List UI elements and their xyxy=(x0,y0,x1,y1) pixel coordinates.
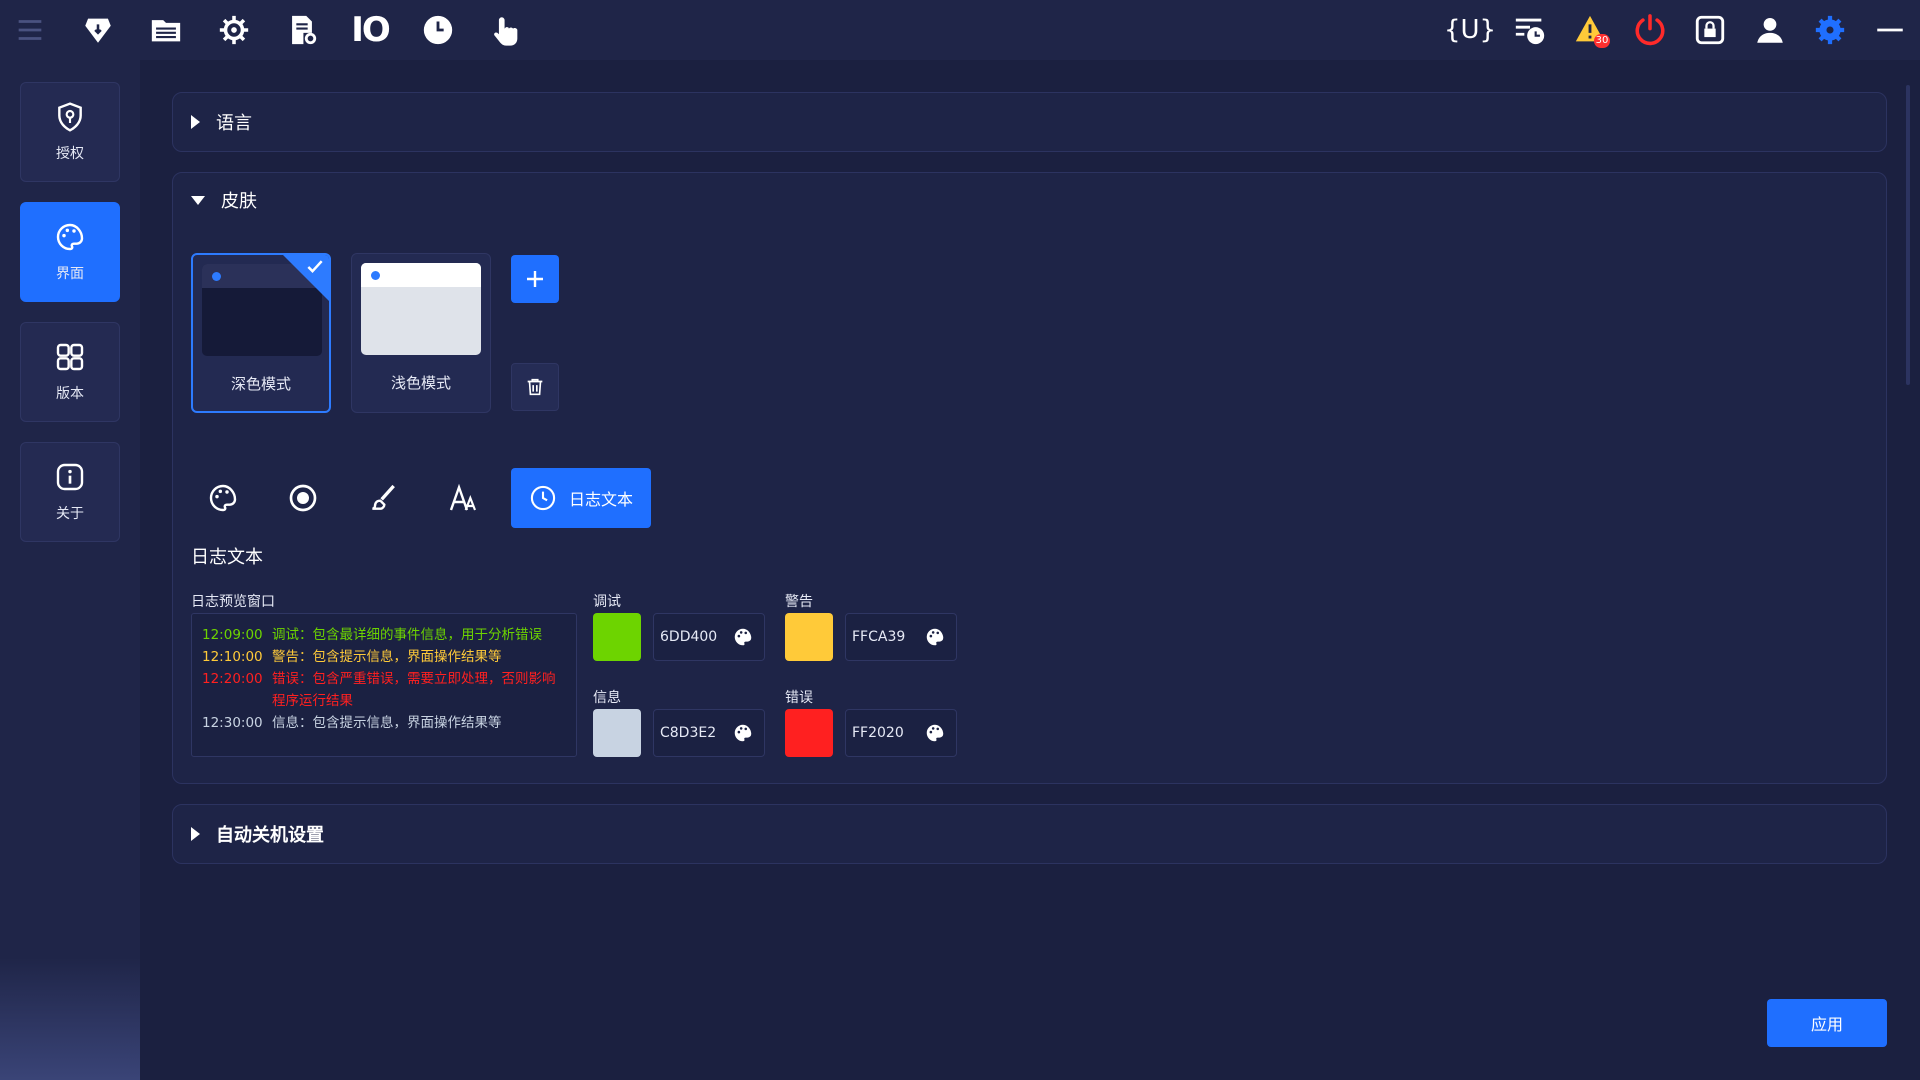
sidebar-item-license[interactable]: 授权 xyxy=(20,82,120,182)
language-section-header[interactable]: 语言 xyxy=(191,93,252,151)
clock-icon[interactable] xyxy=(418,10,458,50)
palette-tool-icon xyxy=(209,484,237,512)
skin-card-dark[interactable]: 深色模式 xyxy=(191,253,331,413)
radio-tool-icon xyxy=(289,484,317,512)
font-tool-icon xyxy=(449,483,476,511)
schedule-list-icon[interactable] xyxy=(1510,10,1550,50)
log-text-tool-button[interactable]: 日志文本 xyxy=(511,468,651,528)
warning-color-swatch[interactable] xyxy=(785,613,833,661)
log-text-tool-label: 日志文本 xyxy=(568,490,633,509)
info-color-field[interactable]: C8D3E2 xyxy=(653,709,765,757)
gear-network-icon[interactable] xyxy=(214,10,254,50)
info-icon xyxy=(56,463,84,491)
settings-icon[interactable] xyxy=(1810,10,1850,50)
vertical-scrollbar[interactable] xyxy=(1906,85,1910,385)
section-title: 语言 xyxy=(216,113,252,134)
folder-list-icon[interactable] xyxy=(146,10,186,50)
check-icon xyxy=(307,260,323,273)
warning-icon[interactable]: 30 xyxy=(1570,10,1610,50)
skin-section-header[interactable]: 皮肤 xyxy=(191,173,257,227)
file-settings-icon[interactable] xyxy=(282,10,322,50)
add-skin-button[interactable] xyxy=(511,255,559,303)
language-section[interactable]: 语言 xyxy=(172,92,1887,152)
variable-icon[interactable]: {U} xyxy=(1444,10,1496,50)
color-picker-icon[interactable] xyxy=(924,722,946,744)
caret-right-icon xyxy=(191,115,200,129)
top-toolbar: IO {U} 30 xyxy=(0,0,1920,60)
lock-screen-icon[interactable] xyxy=(1690,10,1730,50)
info-color-swatch[interactable] xyxy=(593,709,641,757)
sidebar-item-label: 界面 xyxy=(56,266,84,282)
auto-shutdown-section[interactable]: 自动关机设置 xyxy=(172,804,1887,864)
sidebar-item-label: 关于 xyxy=(56,506,84,522)
color-picker-icon[interactable] xyxy=(732,626,754,648)
log-line-info: 12:30:00 信息：包含提示信息，界面操作结果等 xyxy=(202,715,502,731)
log-line-debug: 12:09:00 调试：包含最详细的事件信息，用于分析错误 xyxy=(202,627,542,643)
caret-right-icon xyxy=(191,827,200,841)
radio-tool-button[interactable] xyxy=(271,468,335,528)
log-text-title: 日志文本 xyxy=(191,547,263,568)
trash-icon xyxy=(527,378,543,396)
skin-card-light[interactable]: 浅色模式 xyxy=(351,253,491,413)
error-color-field[interactable]: FF2020 xyxy=(845,709,957,757)
add-icon xyxy=(527,271,543,287)
debug-color-label: 调试 xyxy=(593,594,621,610)
color-picker-icon[interactable] xyxy=(924,626,946,648)
sidebar-item-about[interactable]: 关于 xyxy=(20,442,120,542)
sidebar-item-version[interactable]: 版本 xyxy=(20,322,120,422)
caret-down-icon xyxy=(191,195,205,205)
sidebar-item-label: 版本 xyxy=(56,386,84,402)
error-color-label: 错误 xyxy=(785,690,813,706)
io-icon[interactable]: IO xyxy=(350,10,391,50)
auto-shutdown-section-header[interactable]: 自动关机设置 xyxy=(191,805,324,863)
skin-section: 皮肤 深色模式 浅色模式 日志文本 日志文本 日志预览窗口 12:09:00 调… xyxy=(172,172,1887,784)
log-line-error: 12:20:00 错误：包含严重错误，需要立即处理，否则影响程序运行结果 xyxy=(202,671,556,709)
power-icon[interactable] xyxy=(1630,10,1670,50)
sidebar: 授权 界面 版本 关于 xyxy=(0,60,140,1080)
font-tool-button[interactable] xyxy=(431,468,495,528)
palette-tool-button[interactable] xyxy=(191,468,255,528)
section-title: 自动关机设置 xyxy=(216,825,324,846)
touch-icon[interactable] xyxy=(486,10,526,50)
grid-icon xyxy=(56,343,84,371)
palette-icon xyxy=(56,223,84,251)
warning-color-label: 警告 xyxy=(785,594,813,610)
color-picker-icon[interactable] xyxy=(732,722,754,744)
debug-color-field[interactable]: 6DD400 xyxy=(653,613,765,661)
skin-card-label: 浅色模式 xyxy=(390,374,451,392)
section-title: 皮肤 xyxy=(221,191,257,212)
apply-button[interactable]: 应用 xyxy=(1767,999,1887,1047)
alarm-count-badge: 30 xyxy=(1594,34,1610,48)
skin-card-label: 深色模式 xyxy=(230,375,291,393)
log-preview-window: 12:09:00 调试：包含最详细的事件信息，用于分析错误 12:10:00 警… xyxy=(191,613,577,757)
brush-tool-icon xyxy=(372,484,395,510)
user-icon[interactable] xyxy=(1750,10,1790,50)
delete-skin-button[interactable] xyxy=(511,363,559,411)
debug-color-swatch[interactable] xyxy=(593,613,641,661)
main-content: 语言 皮肤 深色模式 浅色模式 日志文本 日志文本 日志预览窗口 12:09:0… xyxy=(140,60,1920,1080)
license-shield-icon xyxy=(58,102,82,132)
shield-code-icon[interactable] xyxy=(78,10,118,50)
log-preview-label: 日志预览窗口 xyxy=(191,594,275,610)
skin-preview-light xyxy=(361,263,481,355)
warning-color-field[interactable]: FFCA39 xyxy=(845,613,957,661)
clock-icon xyxy=(530,485,556,511)
info-color-label: 信息 xyxy=(593,690,621,706)
log-line-warning: 12:10:00 警告：包含提示信息，界面操作结果等 xyxy=(202,649,502,665)
sidebar-item-label: 授权 xyxy=(56,146,84,162)
error-color-swatch[interactable] xyxy=(785,709,833,757)
sidebar-item-interface[interactable]: 界面 xyxy=(20,202,120,302)
minimize-icon[interactable] xyxy=(1870,10,1910,50)
menu-icon[interactable] xyxy=(10,10,50,50)
brush-tool-button[interactable] xyxy=(351,468,415,528)
